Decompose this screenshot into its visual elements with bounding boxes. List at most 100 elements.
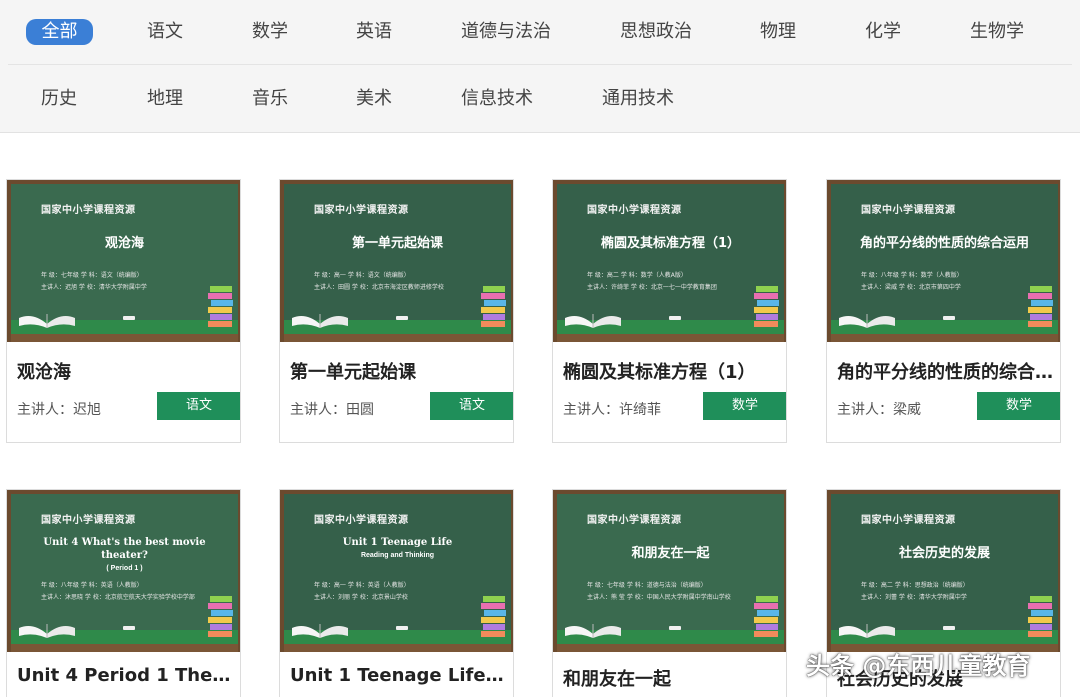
board-info: 年 级：七年级 学 科：语文（统编版） 主讲人：迟旭 学 校：清华大学附属中学 [41, 270, 221, 294]
subject-tab-chinese[interactable]: 语文 [146, 19, 184, 45]
subject-tab-politics[interactable]: 思想政治 [619, 19, 693, 45]
course-card[interactable]: 国家中小学课程资源 Unit 4 What's the best movie t… [6, 489, 241, 697]
course-subject-tag[interactable]: 数学 [977, 392, 1060, 420]
board-info: 年 级：高一 学 科：语文（统编版） 主讲人：田圆 学 校：北京市海淀区教师进修学… [314, 270, 494, 294]
board-info-line: 年 级：高一 学 科：英语（人教版） [314, 582, 410, 589]
course-card[interactable]: 国家中小学课程资源 观沧海 年 级：七年级 学 科：语文（统编版） 主讲人：迟旭 … [6, 179, 241, 443]
board-ledge [284, 644, 511, 652]
board-ledge [11, 644, 238, 652]
chalkboard: 国家中小学课程资源 角的平分线的性质的综合运用 年 级：八年级 学 科：数学（人… [831, 184, 1058, 342]
resource-brand: 国家中小学课程资源 [587, 515, 682, 526]
stacked-books-icon [481, 596, 506, 637]
resource-brand: 国家中小学课程资源 [861, 515, 956, 526]
course-title[interactable]: 和朋友在一起 [563, 665, 779, 691]
chalk-icon [396, 626, 408, 630]
resource-brand: 国家中小学课程资源 [861, 205, 956, 216]
board-info: 年 级：高二 学 科：数学（人教A版） 主讲人：许绮菲 学 校：北京一七一中学教育… [587, 270, 767, 294]
course-subject-tag[interactable]: 数学 [703, 392, 786, 420]
chalkboard: 国家中小学课程资源 和朋友在一起 年 级：七年级 学 科：道德与法治（统编版） 主… [557, 494, 784, 652]
board-info: 年 级：七年级 学 科：道德与法治（统编版） 主讲人：熊 莹 学 校：中国人民大学… [587, 580, 767, 604]
subject-tab-music[interactable]: 音乐 [251, 86, 289, 112]
subject-tab-art[interactable]: 美术 [355, 86, 393, 112]
board-title-sub: Reading and Thinking [360, 552, 435, 559]
resource-brand: 国家中小学课程资源 [41, 515, 136, 526]
course-card[interactable]: 国家中小学课程资源 Unit 1 Teenage Life Reading and… [279, 489, 514, 697]
chalkboard: 国家中小学课程资源 Unit 4 What's the best movie t… [11, 494, 238, 652]
course-title[interactable]: 第一单元起始课 [290, 358, 506, 384]
course-card[interactable]: 国家中小学课程资源 和朋友在一起 年 级：七年级 学 科：道德与法治（统编版） 主… [552, 489, 787, 697]
course-subject-tag[interactable]: 语文 [430, 392, 513, 420]
course-teacher: 主讲人：田圆 [290, 402, 374, 418]
subject-tab-geography[interactable]: 地理 [146, 86, 184, 112]
resource-brand: 国家中小学课程资源 [314, 515, 409, 526]
board-info-line: 年 级：高二 学 科：思想政治（统编版） [861, 582, 969, 589]
board-info-line: 主讲人：刘丽 学 校：北京景山学校 [314, 594, 408, 601]
board-info-line: 主讲人：梁威 学 校：北京市第四中学 [861, 284, 961, 291]
board-info: 年 级：高二 学 科：思想政治（统编版） 主讲人：刘蕾 学 校：清华大学附属中学 [861, 580, 1041, 604]
chalkboard: 国家中小学课程资源 Unit 1 Teenage Life Reading and… [284, 494, 511, 652]
course-card[interactable]: 国家中小学课程资源 第一单元起始课 年 级：高一 学 科：语文（统编版） 主讲人：… [279, 179, 514, 443]
stacked-books-icon [208, 596, 233, 637]
course-card[interactable]: 国家中小学课程资源 椭圆及其标准方程（1） 年 级：高二 学 科：数学（人教A版… [552, 179, 787, 443]
board-info: 年 级：高一 学 科：英语（人教版） 主讲人：刘丽 学 校：北京景山学校 [314, 580, 494, 604]
subject-tab-it[interactable]: 信息技术 [460, 86, 534, 112]
board-ledge [557, 644, 784, 652]
board-info-line: 主讲人：刘蕾 学 校：清华大学附属中学 [861, 594, 967, 601]
course-teacher: 主讲人：迟旭 [17, 402, 101, 418]
course-title[interactable]: 观沧海 [17, 358, 233, 384]
course-thumbnail: 国家中小学课程资源 椭圆及其标准方程（1） 年 级：高二 学 科：数学（人教A版… [553, 180, 786, 342]
chalkboard: 国家中小学课程资源 椭圆及其标准方程（1） 年 级：高二 学 科：数学（人教A版… [557, 184, 784, 342]
course-thumbnail: 国家中小学课程资源 第一单元起始课 年 级：高一 学 科：语文（统编版） 主讲人：… [280, 180, 513, 342]
board-info-line: 年 级：八年级 学 科：英语（人教版） [41, 582, 143, 589]
course-thumbnail: 国家中小学课程资源 Unit 1 Teenage Life Reading and… [280, 490, 513, 652]
board-title: 第一单元起始课 [351, 236, 443, 251]
chalk-icon [123, 626, 135, 630]
board-info-line: 年 级：高二 学 科：数学（人教A版） [587, 272, 687, 279]
course-thumbnail: 国家中小学课程资源 社会历史的发展 年 级：高二 学 科：思想政治（统编版） 主讲… [827, 490, 1060, 652]
stacked-books-icon [481, 286, 506, 327]
board-ledge [11, 334, 238, 342]
open-book-icon [292, 624, 348, 638]
open-book-icon [565, 314, 621, 328]
board-title: 观沧海 [104, 236, 144, 251]
subject-tab-general-tech[interactable]: 通用技术 [601, 86, 675, 112]
subject-filter-row-1: 全部 语文 数学 英语 道德与法治 思想政治 物理 化学 生物学 [0, 0, 1080, 64]
subject-tab-morality-law[interactable]: 道德与法治 [460, 19, 552, 45]
subject-tab-biology[interactable]: 生物学 [969, 19, 1025, 45]
course-title[interactable]: 角的平分线的性质的综合运用 [837, 358, 1053, 384]
stacked-books-icon [1028, 286, 1053, 327]
board-info-line: 年 级：八年级 学 科：数学（人教版） [861, 272, 963, 279]
chalk-icon [943, 626, 955, 630]
stacked-books-icon [754, 286, 779, 327]
board-ledge [284, 334, 511, 342]
board-title-main: Unit 1 Teenage Life [342, 537, 453, 548]
filter-divider [8, 64, 1072, 65]
board-info-line: 年 级：七年级 学 科：道德与法治（统编版） [587, 582, 707, 589]
chalkboard: 国家中小学课程资源 观沧海 年 级：七年级 学 科：语文（统编版） 主讲人：迟旭 … [11, 184, 238, 342]
course-title[interactable]: 椭圆及其标准方程（1） [563, 358, 779, 384]
course-card[interactable]: 国家中小学课程资源 角的平分线的性质的综合运用 年 级：八年级 学 科：数学（人… [826, 179, 1061, 443]
resource-brand: 国家中小学课程资源 [314, 205, 409, 216]
subject-tab-physics[interactable]: 物理 [759, 19, 797, 45]
board-info: 年 级：八年级 学 科：英语（人教版） 主讲人：沐思晓 学 校：北京航空航天大学实… [41, 580, 221, 604]
board-ledge [831, 334, 1058, 342]
course-subject-tag[interactable]: 语文 [157, 392, 240, 420]
subject-filter-row-2: 历史 地理 音乐 美术 信息技术 通用技术 [0, 67, 1080, 131]
resource-brand: 国家中小学课程资源 [41, 205, 136, 216]
course-thumbnail: 国家中小学课程资源 观沧海 年 级：七年级 学 科：语文（统编版） 主讲人：迟旭 … [7, 180, 240, 342]
course-title[interactable]: Unit 4 Period 1 The Best Movie Theater [17, 665, 233, 686]
chalk-icon [396, 316, 408, 320]
stacked-books-icon [1028, 596, 1053, 637]
board-ledge [557, 334, 784, 342]
open-book-icon [19, 624, 75, 638]
subject-tab-all[interactable]: 全部 [26, 19, 93, 45]
course-title[interactable]: Unit 1 Teenage Life Reading and Thinking [290, 665, 506, 686]
open-book-icon [19, 314, 75, 328]
subject-tab-english[interactable]: 英语 [355, 19, 393, 45]
subject-tab-chemistry[interactable]: 化学 [864, 19, 902, 45]
course-teacher: 主讲人：许绮菲 [563, 402, 661, 418]
board-info-line: 主讲人：迟旭 学 校：清华大学附属中学 [41, 284, 147, 291]
stacked-books-icon [754, 596, 779, 637]
subject-tab-history[interactable]: 历史 [40, 86, 78, 112]
subject-tab-math[interactable]: 数学 [251, 19, 289, 45]
